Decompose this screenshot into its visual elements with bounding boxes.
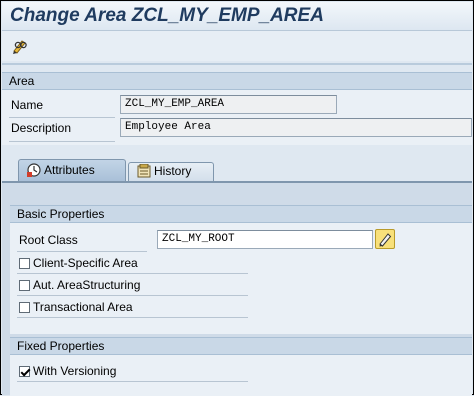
title-bar: Change Area ZCL_MY_EMP_AREA [2, 2, 472, 31]
row-divider [17, 295, 248, 296]
tab-history-label: History [154, 164, 192, 178]
tab-attributes-label: Attributes [44, 163, 95, 177]
root-class-input[interactable]: ZCL_MY_ROOT [157, 230, 373, 249]
row-divider [9, 141, 115, 142]
row-divider [17, 381, 248, 382]
client-specific-area-checkbox[interactable] [19, 258, 30, 269]
with-versioning-label: With Versioning [33, 364, 117, 378]
main-window: Change Area ZCL_MY_EMP_AREA Area Name ZC… [0, 0, 474, 396]
name-field[interactable]: ZCL_MY_EMP_AREA [120, 95, 337, 114]
row-divider [17, 317, 248, 318]
row-divider [17, 251, 147, 252]
tab-strip: Attributes History [2, 151, 472, 181]
area-group-header: Area [2, 73, 472, 90]
fixed-properties-header: Fixed Properties [10, 338, 472, 355]
area-group: Area Name ZCL_MY_EMP_AREA Description Em… [2, 72, 472, 145]
toolbar-divider [2, 63, 472, 65]
basic-properties-header: Basic Properties [10, 206, 472, 223]
pencil-glasses-icon [13, 40, 27, 54]
page-title: Change Area ZCL_MY_EMP_AREA [10, 5, 324, 26]
with-versioning-checkbox[interactable] [19, 366, 30, 377]
row-divider [17, 273, 248, 274]
tab-attributes[interactable]: Attributes [18, 159, 126, 181]
basic-properties-panel: Basic Properties Root Class ZCL_MY_ROOT … [10, 205, 472, 334]
display-change-button[interactable] [10, 37, 30, 55]
attributes-icon [27, 163, 41, 177]
description-field[interactable]: Employee Area [120, 118, 472, 137]
aut-area-structuring-checkbox[interactable] [19, 280, 30, 291]
transactional-area-checkbox[interactable] [19, 302, 30, 313]
aut-area-structuring-label: Aut. AreaStructuring [33, 278, 141, 292]
tab-history[interactable]: History [128, 162, 214, 181]
history-icon [137, 164, 151, 178]
transactional-area-label: Transactional Area [33, 300, 133, 314]
row-divider [9, 117, 115, 118]
description-label: Description [11, 121, 72, 135]
client-specific-area-label: Client-Specific Area [33, 256, 138, 270]
toolbar [2, 31, 472, 61]
tab-content: Basic Properties Root Class ZCL_MY_ROOT … [2, 181, 472, 396]
root-class-edit-button[interactable] [375, 229, 395, 249]
name-label: Name [11, 98, 44, 112]
root-class-label: Root Class [19, 233, 78, 247]
fixed-properties-panel: Fixed Properties With Versioning [10, 337, 472, 396]
pencil-icon [379, 233, 392, 247]
